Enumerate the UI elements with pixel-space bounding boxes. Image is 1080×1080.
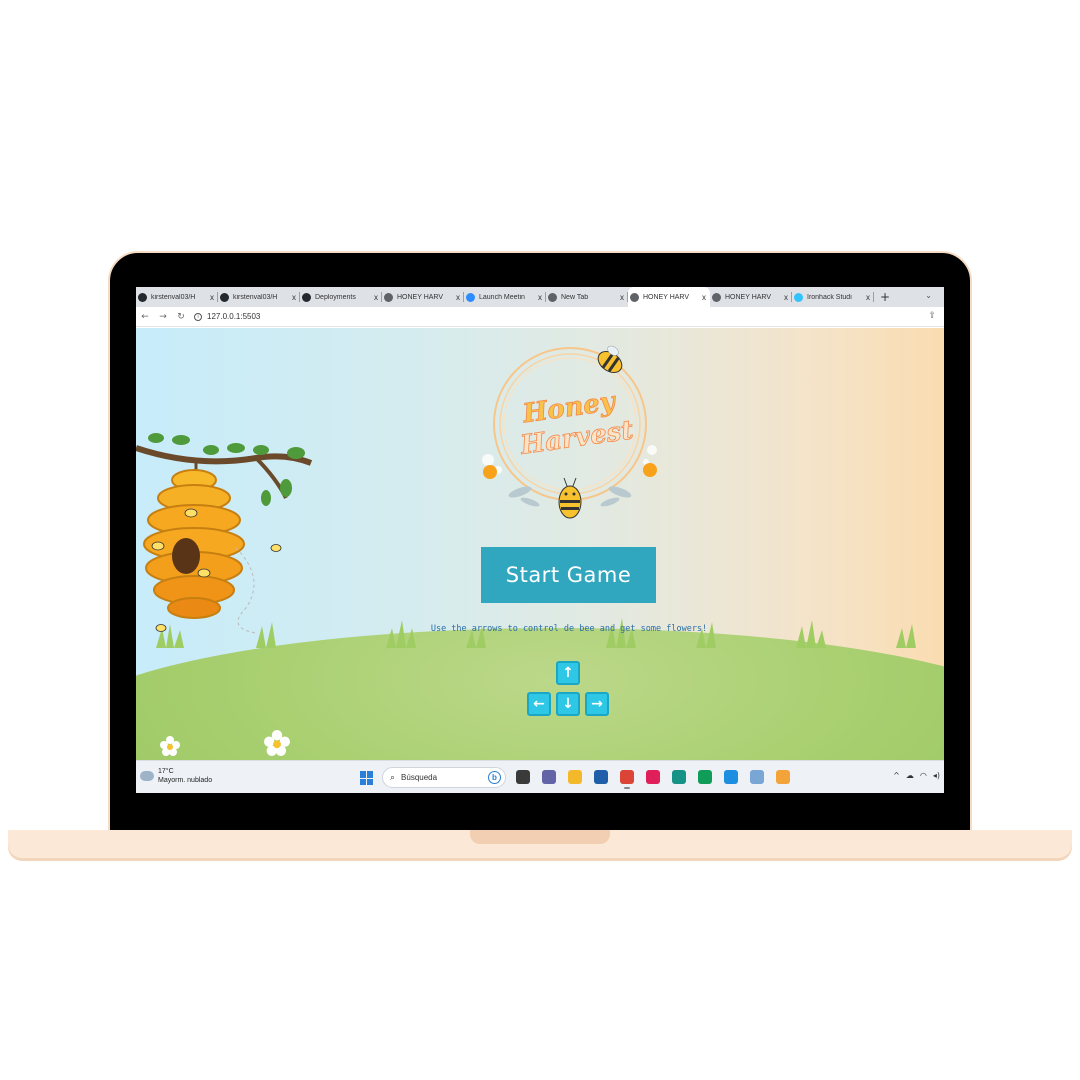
laptop-mockup: kirstenval03/H x kirstenval03/H x Deployment… — [0, 0, 1080, 1080]
beehive-illustration — [136, 433, 313, 634]
volume-icon[interactable]: ◂) — [933, 771, 940, 780]
tab-title: HONEY HARV — [397, 293, 444, 301]
browser-tab[interactable]: HONEY HARV x — [628, 287, 710, 307]
tab-title: New Tab — [561, 293, 589, 301]
globe-icon — [630, 292, 639, 302]
chevron-up-icon[interactable]: ^ — [893, 771, 900, 780]
browser-tab[interactable]: Deployments x — [300, 287, 382, 307]
tab-title: Deployments — [315, 293, 356, 301]
back-icon[interactable]: ← — [136, 312, 154, 322]
vscode-icon[interactable] — [724, 770, 738, 784]
globe-icon — [384, 292, 393, 302]
arrow-right-key[interactable]: → — [585, 692, 609, 716]
paint-icon[interactable] — [776, 770, 790, 784]
tab-close-icon[interactable]: x — [620, 293, 624, 302]
tab-search-icon[interactable]: ⌄ — [925, 291, 932, 300]
tab-title: Launch Meetin — [479, 293, 525, 301]
tab-close-icon[interactable]: x — [538, 293, 542, 302]
gitkraken-icon[interactable] — [672, 770, 686, 784]
tab-close-icon[interactable]: x — [292, 293, 296, 302]
tab-close-icon[interactable]: x — [456, 293, 460, 302]
task-view-icon[interactable] — [516, 770, 530, 784]
globe-icon — [712, 292, 721, 302]
honey-harvest-logo: Honey Harvest — [482, 345, 657, 519]
tab-close-icon[interactable]: x — [702, 293, 706, 302]
chrome-icon — [548, 292, 557, 302]
chrome-icon[interactable] — [620, 770, 634, 789]
search-icon: ⌕ — [390, 772, 396, 782]
new-tab-button[interactable]: + — [876, 290, 894, 304]
store-icon[interactable] — [594, 770, 608, 784]
start-game-button[interactable]: Start Game — [481, 547, 656, 603]
slack-icon[interactable] — [646, 770, 660, 784]
cloudy-weather-icon — [138, 768, 154, 781]
daisy-flower — [160, 736, 180, 756]
browser-tab[interactable]: kirstenval03/H x — [218, 287, 300, 307]
photos-icon[interactable] — [750, 770, 764, 784]
github-icon — [220, 292, 229, 302]
browser-tab[interactable]: Ironhack Studi x — [792, 287, 874, 307]
game-page: Honey Harvest Start Game Use the arrows … — [136, 328, 944, 760]
teams-icon[interactable] — [542, 770, 556, 784]
url-text: 127.0.0.1:5503 — [207, 312, 261, 321]
tab-title: Ironhack Studi — [807, 293, 852, 301]
share-icon[interactable]: ⇪ — [928, 311, 936, 321]
weather-description: Mayorm. nublado — [158, 777, 213, 784]
tab-title: kirstenval03/H — [233, 293, 278, 301]
browser-address-bar: ← → ↻ i 127.0.0.1:5503 ⇪ — [136, 307, 944, 327]
github-icon — [138, 292, 147, 302]
tab-title: HONEY HARV — [725, 293, 772, 301]
wifi-icon[interactable]: ◠ — [920, 771, 927, 780]
windows-taskbar: 17°C Mayorm. nublado ⌕ Búsqueda b ^ ☁ ◠ … — [136, 760, 944, 793]
taskbar-search-input[interactable]: ⌕ Búsqueda b — [382, 767, 506, 788]
browser-tab[interactable]: New Tab x — [546, 287, 628, 307]
tab-close-icon[interactable]: x — [374, 293, 378, 302]
browser-tab[interactable]: HONEY HARV x — [382, 287, 464, 307]
browser-tab-bar: kirstenval03/H x kirstenval03/H x Deployment… — [136, 287, 944, 307]
browser-tab[interactable]: HONEY HARV x — [710, 287, 792, 307]
daisy-flower — [264, 730, 290, 756]
tab-title: HONEY HARV — [643, 293, 690, 301]
browser-tab[interactable]: Launch Meetin x — [464, 287, 546, 307]
file-explorer-icon[interactable] — [568, 770, 582, 784]
arrow-left-key[interactable]: ← — [527, 692, 551, 716]
arrow-down-key[interactable]: ↓ — [556, 692, 580, 716]
laptop-notch — [470, 830, 610, 844]
github-icon — [302, 292, 311, 302]
windows-start-icon[interactable] — [360, 771, 374, 785]
reload-icon[interactable]: ↻ — [172, 312, 190, 322]
site-info-icon[interactable]: i — [194, 312, 202, 321]
onedrive-icon[interactable]: ☁ — [906, 771, 914, 780]
url-field[interactable]: i 127.0.0.1:5503 — [194, 312, 260, 321]
chrome-profile-icon[interactable] — [698, 770, 712, 784]
weather-widget[interactable]: 17°C Mayorm. nublado — [138, 767, 213, 785]
search-placeholder: Búsqueda — [401, 773, 438, 782]
tab-close-icon[interactable]: x — [866, 293, 870, 302]
browser-tab[interactable]: kirstenval03/H x — [136, 287, 218, 307]
ironhack-icon — [794, 292, 803, 302]
laptop-screen: kirstenval03/H x kirstenval03/H x Deployment… — [136, 287, 944, 793]
tab-title: kirstenval03/H — [151, 293, 196, 301]
system-tray: ^ ☁ ◠ ◂) — [893, 771, 940, 780]
zoom-icon — [466, 292, 475, 302]
game-instructions: Use the arrows to control de bee and get… — [430, 624, 708, 634]
forward-icon[interactable]: → — [154, 312, 172, 322]
weather-temperature: 17°C — [158, 768, 174, 775]
tab-close-icon[interactable]: x — [784, 293, 788, 302]
bing-icon[interactable]: b — [488, 771, 501, 784]
arrow-up-key[interactable]: ↑ — [556, 661, 580, 685]
tab-close-icon[interactable]: x — [210, 293, 214, 302]
